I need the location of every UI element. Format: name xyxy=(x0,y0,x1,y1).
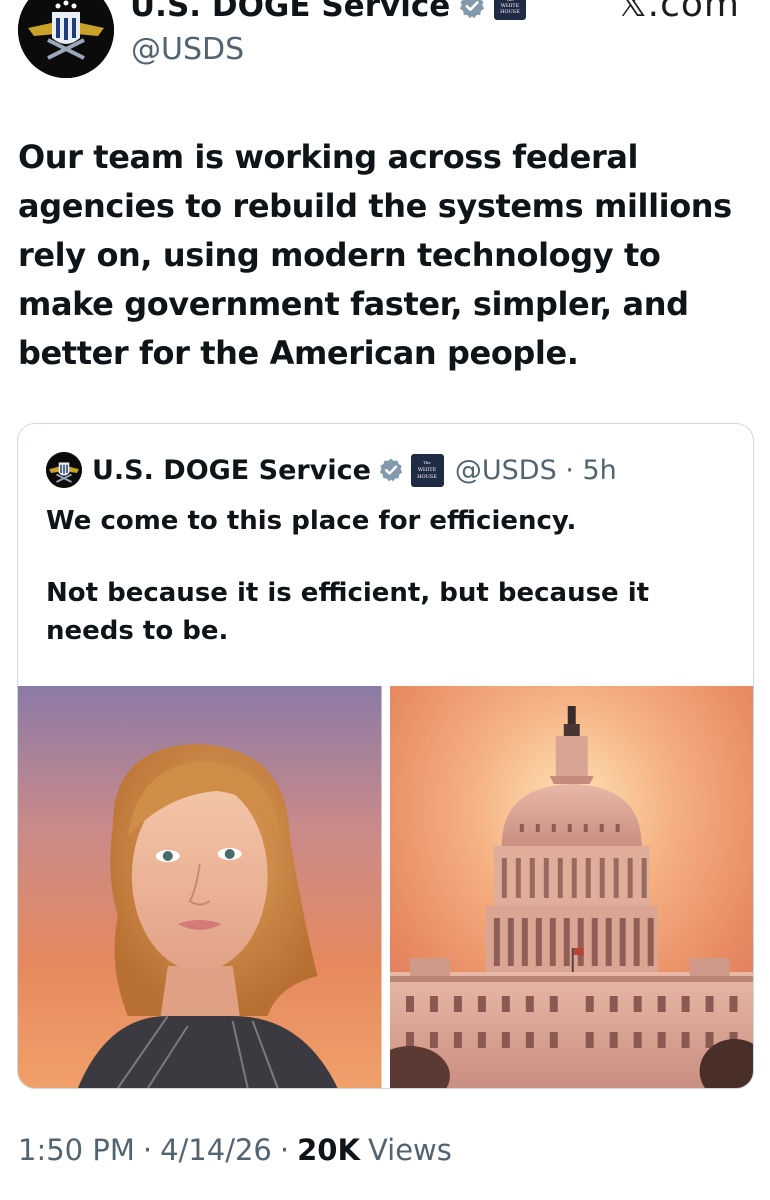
quoted-author-avatar[interactable] xyxy=(46,452,82,488)
source-watermark: 𝕏.com xyxy=(617,0,740,25)
quoted-paragraph: Not because it is efficient, but because… xyxy=(46,578,650,646)
quoted-tweet-card[interactable]: U.S. DOGE Service The WHITE HOUSE @USDS … xyxy=(17,423,754,1089)
svg-text:The: The xyxy=(424,460,432,465)
doge-logo-icon xyxy=(46,452,82,488)
author-name-row: U.S. DOGE Service The WHITE HOUSE xyxy=(130,0,527,26)
verified-badge-icon[interactable] xyxy=(378,457,404,483)
author-avatar[interactable] xyxy=(18,0,114,78)
capitol-photo[interactable] xyxy=(389,686,753,1088)
quoted-author-name[interactable]: U.S. DOGE Service xyxy=(92,455,371,486)
views-count[interactable]: 20K xyxy=(297,1133,360,1167)
svg-text:HOUSE: HOUSE xyxy=(418,474,438,480)
quoted-paragraph: We come to this place for efficiency. xyxy=(46,506,577,536)
views-label: Views xyxy=(367,1133,452,1167)
svg-text:The: The xyxy=(506,0,514,2)
doge-logo-icon xyxy=(18,0,114,78)
quoted-tweet-header: U.S. DOGE Service The WHITE HOUSE @USDS … xyxy=(46,450,617,490)
tweet-date[interactable]: 4/14/26 xyxy=(160,1133,272,1167)
verified-badge-icon[interactable] xyxy=(458,0,486,20)
portrait-photo[interactable] xyxy=(18,686,382,1088)
white-house-badge-icon[interactable]: The WHITE HOUSE xyxy=(410,453,444,487)
white-house-badge-icon[interactable]: The WHITE HOUSE xyxy=(494,0,527,20)
tweet-text: Our team is working across federal agenc… xyxy=(18,133,758,378)
quoted-handle-time[interactable]: @USDS · 5h xyxy=(455,455,617,486)
meta-separator: · xyxy=(142,1133,153,1167)
svg-text:WHITE: WHITE xyxy=(418,467,437,473)
tweet-meta: 1:50 PM · 4/14/26 · 20K Views xyxy=(18,1133,452,1167)
tweet-text-content: Our team is working across federal agenc… xyxy=(18,138,732,372)
svg-text:HOUSE: HOUSE xyxy=(500,9,520,15)
quoted-tweet-text: We come to this place for efficiency. No… xyxy=(46,502,726,650)
tweet-time[interactable]: 1:50 PM xyxy=(18,1133,135,1167)
meta-separator: · xyxy=(279,1133,290,1167)
author-display-name[interactable]: U.S. DOGE Service xyxy=(130,0,450,24)
quoted-media-grid xyxy=(18,686,753,1088)
author-handle[interactable]: @USDS xyxy=(131,32,244,67)
